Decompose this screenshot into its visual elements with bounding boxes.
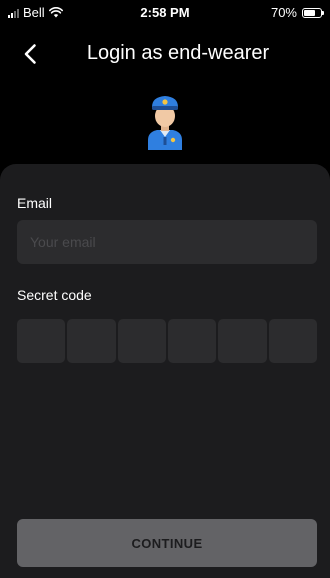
battery-cap [322,10,324,15]
email-label: Email [17,195,53,211]
battery-percent: 70% [270,5,297,20]
battery-icon [302,7,324,18]
header: Login as end-wearer [0,36,330,72]
police-officer-icon [148,96,182,150]
battery-fill [304,9,316,16]
login-form-card: Email Secret code CONTINUE [0,164,330,578]
status-bar: Bell 2:58 PM 70% [0,0,330,24]
login-screen: Bell 2:58 PM 70% Login as end-wearer Ema… [0,0,330,578]
continue-button[interactable]: CONTINUE [17,519,317,567]
email-field[interactable] [17,220,317,264]
code-digit-box[interactable] [67,319,116,363]
secret-code-label: Secret code [17,287,92,303]
code-digit-box[interactable] [117,319,166,363]
page-title: Login as end-wearer [86,42,270,64]
secret-code-input [17,319,317,363]
code-digit-box[interactable] [17,319,66,363]
code-digit-box[interactable] [218,319,267,363]
code-digit-box[interactable] [167,319,217,363]
status-right: 70% [270,5,324,20]
code-digit-box[interactable] [268,319,317,363]
